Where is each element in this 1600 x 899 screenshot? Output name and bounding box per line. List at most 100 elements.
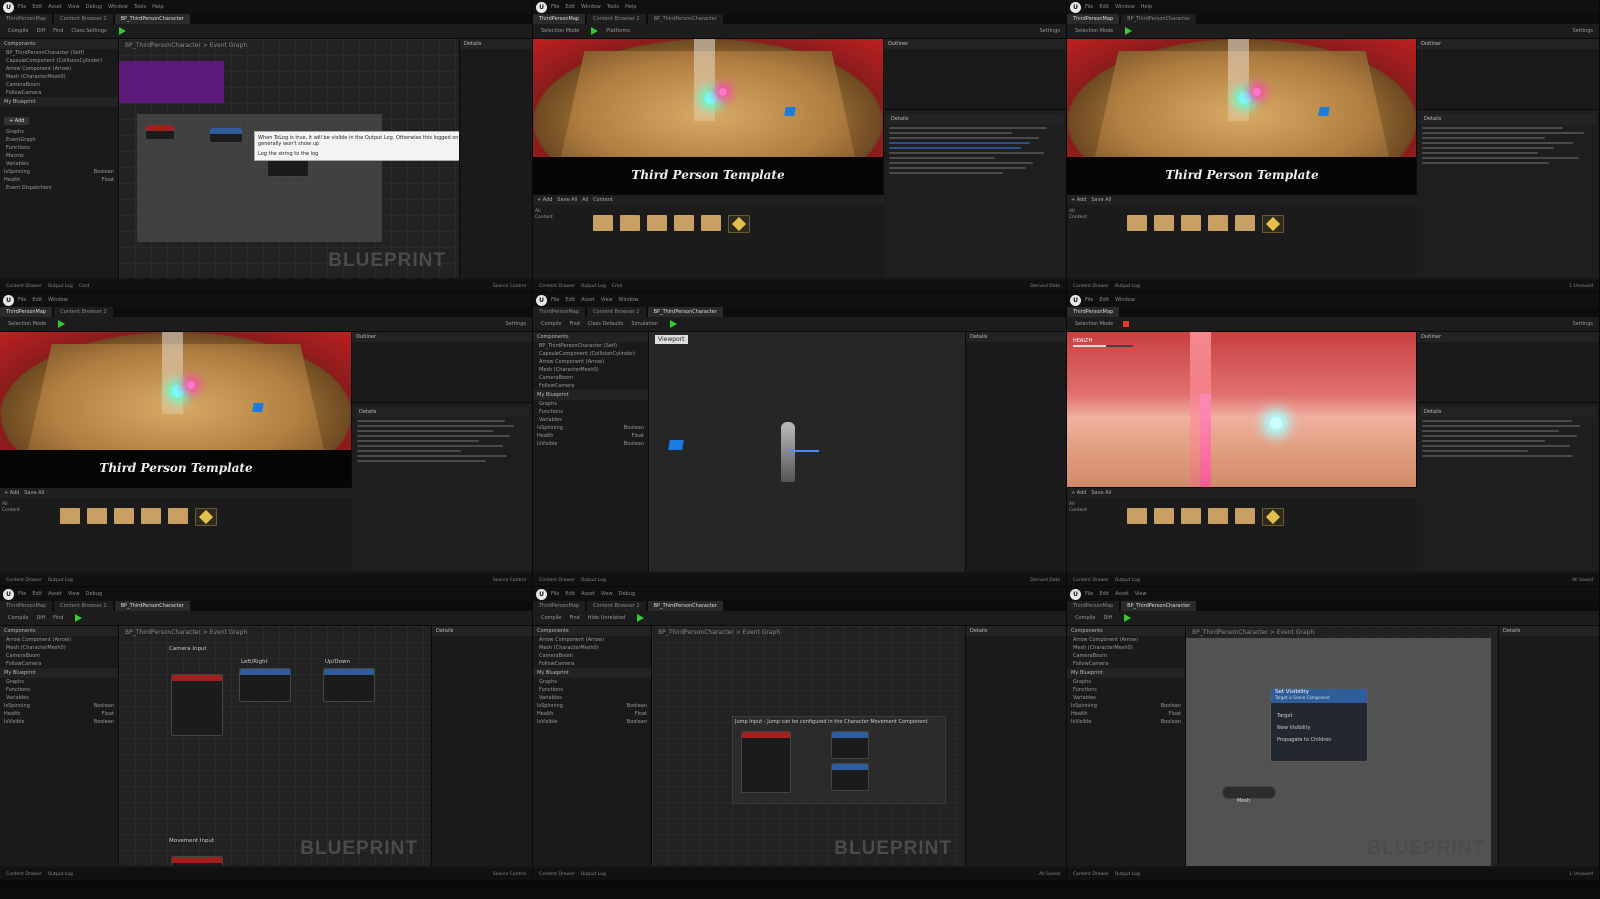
tab-map[interactable]: ThirdPersonMap xyxy=(0,307,53,317)
derived-data-status[interactable]: Derived Data xyxy=(1030,284,1060,289)
variable-row[interactable]: IsSpinning Boolean xyxy=(1067,702,1185,710)
source-control-status[interactable]: Source Control xyxy=(493,284,526,289)
component-item[interactable]: CameraBoom xyxy=(1067,652,1185,660)
menu-edit[interactable]: Edit xyxy=(32,297,42,303)
folder-icon[interactable] xyxy=(141,508,161,524)
settings-button[interactable]: Settings xyxy=(1572,321,1593,327)
source-control-status[interactable]: Source Control xyxy=(493,872,526,877)
tree-item[interactable]: Content xyxy=(2,508,54,514)
level-asset-icon[interactable] xyxy=(1262,215,1284,233)
variable-row[interactable]: IsVisible Boolean xyxy=(0,718,118,726)
folder-icon[interactable] xyxy=(87,508,107,524)
find-button[interactable]: Find xyxy=(53,615,63,621)
tab-map[interactable]: ThirdPersonMap xyxy=(0,601,53,611)
menu-window[interactable]: Window xyxy=(48,297,68,303)
save-all-button[interactable]: Save All xyxy=(1091,490,1111,496)
level-viewport[interactable]: Third Person Template xyxy=(0,332,352,487)
menu-view[interactable]: View xyxy=(68,4,80,10)
derived-data-status[interactable]: Derived Data xyxy=(1030,578,1060,583)
section-functions[interactable]: Functions xyxy=(0,144,118,152)
tab-content-browser[interactable]: Content Browser 2 xyxy=(54,307,113,317)
menu-edit[interactable]: Edit xyxy=(1099,297,1109,303)
simulation-button[interactable]: Simulation xyxy=(631,321,658,327)
menu-file[interactable]: File xyxy=(18,4,26,10)
menu-window[interactable]: Window xyxy=(581,4,601,10)
diff-button[interactable]: Diff xyxy=(36,28,45,34)
add-button[interactable]: + Add xyxy=(1071,490,1086,496)
tab-bp[interactable]: BP_ThirdPersonCharacter xyxy=(114,601,190,611)
level-asset-icon[interactable] xyxy=(728,215,750,233)
mesh-getter-node[interactable]: Mesh xyxy=(1222,786,1276,804)
component-item[interactable]: BP_ThirdPersonCharacter (Self) xyxy=(533,342,648,350)
variable-row[interactable]: IsSpinning Boolean xyxy=(533,424,648,432)
folder-icon[interactable] xyxy=(1127,508,1147,524)
tab-map[interactable]: ThirdPersonMap xyxy=(1067,601,1120,611)
menu-file[interactable]: File xyxy=(551,297,559,303)
jump-node[interactable] xyxy=(831,731,869,759)
all-saved-status[interactable]: All Saved xyxy=(1039,872,1060,877)
menu-edit[interactable]: Edit xyxy=(1099,591,1109,597)
compile-button[interactable]: Compile xyxy=(541,615,561,621)
level-viewport[interactable]: Third Person Template xyxy=(1067,39,1417,194)
blueprint-viewport[interactable]: Viewport xyxy=(649,332,966,572)
variable-row[interactable]: IsVisible Boolean xyxy=(1067,718,1185,726)
menu-asset[interactable]: Asset xyxy=(581,591,595,597)
section-variables[interactable]: Variables xyxy=(533,694,651,702)
menu-file[interactable]: File xyxy=(1085,297,1093,303)
menu-view[interactable]: View xyxy=(601,297,613,303)
compile-button[interactable]: Compile xyxy=(541,321,561,327)
component-item[interactable]: CameraBoom xyxy=(0,652,118,660)
content-drawer-button[interactable]: Content Drawer xyxy=(1073,872,1109,877)
unreal-logo-icon[interactable]: U xyxy=(3,1,14,13)
component-item[interactable]: Arrow Component (Arrow) xyxy=(0,65,118,73)
selection-mode-button[interactable]: Selection Mode xyxy=(8,321,46,327)
selection-mode-button[interactable]: Selection Mode xyxy=(541,28,579,34)
content-drawer-button[interactable]: Content Drawer xyxy=(6,284,42,289)
event-node[interactable] xyxy=(145,124,175,140)
component-item[interactable]: Arrow Component (Arrow) xyxy=(533,636,651,644)
add-yaw-input-node[interactable] xyxy=(239,668,291,702)
tab-map[interactable]: ThirdPersonMap xyxy=(533,601,586,611)
menu-view[interactable]: View xyxy=(601,591,613,597)
variable-row[interactable]: Health Float xyxy=(1067,710,1185,718)
unreal-logo-icon[interactable]: U xyxy=(3,294,14,306)
menu-window[interactable]: Window xyxy=(108,4,128,10)
event-graph-canvas[interactable]: BP_ThirdPersonCharacter > Event Graph Ju… xyxy=(652,626,966,866)
output-log-button[interactable]: Output Log xyxy=(1115,578,1140,583)
tab-bp[interactable]: BP_ThirdPersonCharacter xyxy=(1121,601,1197,611)
save-all-button[interactable]: Save All xyxy=(24,490,44,496)
component-item[interactable]: FollowCamera xyxy=(0,660,118,668)
content-drawer-button[interactable]: Content Drawer xyxy=(1073,284,1109,289)
section-variables[interactable]: Variables xyxy=(533,416,648,424)
diff-button[interactable]: Diff xyxy=(1103,615,1112,621)
folder-icon[interactable] xyxy=(1154,215,1174,231)
folder-icon[interactable] xyxy=(114,508,134,524)
menu-file[interactable]: File xyxy=(551,591,559,597)
content-drawer-button[interactable]: Content Drawer xyxy=(6,578,42,583)
tree-item[interactable]: Content xyxy=(1069,508,1121,514)
set-visibility-node[interactable]: Set Visibility Target is Scene Component… xyxy=(1270,688,1368,762)
stop-jumping-node[interactable] xyxy=(831,763,869,791)
hide-unrelated-button[interactable]: Hide Unrelated xyxy=(588,615,626,621)
section-graphs[interactable]: Graphs xyxy=(0,678,118,686)
class-settings-button[interactable]: Class Settings xyxy=(71,28,106,34)
play-icon[interactable] xyxy=(1124,614,1132,622)
settings-button[interactable]: Settings xyxy=(1039,28,1060,34)
menu-view[interactable]: View xyxy=(1135,591,1147,597)
tab-content-browser[interactable]: Content Browser 2 xyxy=(587,14,646,24)
component-item[interactable]: FollowCamera xyxy=(1067,660,1185,668)
menu-file[interactable]: File xyxy=(18,591,26,597)
section-macros[interactable]: Macros xyxy=(0,152,118,160)
component-item[interactable]: Arrow Component (Arrow) xyxy=(0,636,118,644)
variable-row[interactable]: Health Float xyxy=(533,710,651,718)
component-item[interactable]: CapsuleComponent (CollisionCylinder) xyxy=(0,57,118,65)
folder-icon[interactable] xyxy=(1181,508,1201,524)
component-item[interactable]: CameraBoom xyxy=(533,652,651,660)
class-defaults-button[interactable]: Class Defaults xyxy=(588,321,624,327)
menu-edit[interactable]: Edit xyxy=(565,591,575,597)
unreal-logo-icon[interactable]: U xyxy=(1070,294,1081,306)
event-graph-canvas[interactable]: BP_ThirdPersonCharacter > Event Graph Ca… xyxy=(119,626,432,866)
diff-button[interactable]: Diff xyxy=(36,615,45,621)
menu-window[interactable]: Window xyxy=(1115,4,1135,10)
tab-bp[interactable]: BP_ThirdPersonCharacter xyxy=(647,307,723,317)
